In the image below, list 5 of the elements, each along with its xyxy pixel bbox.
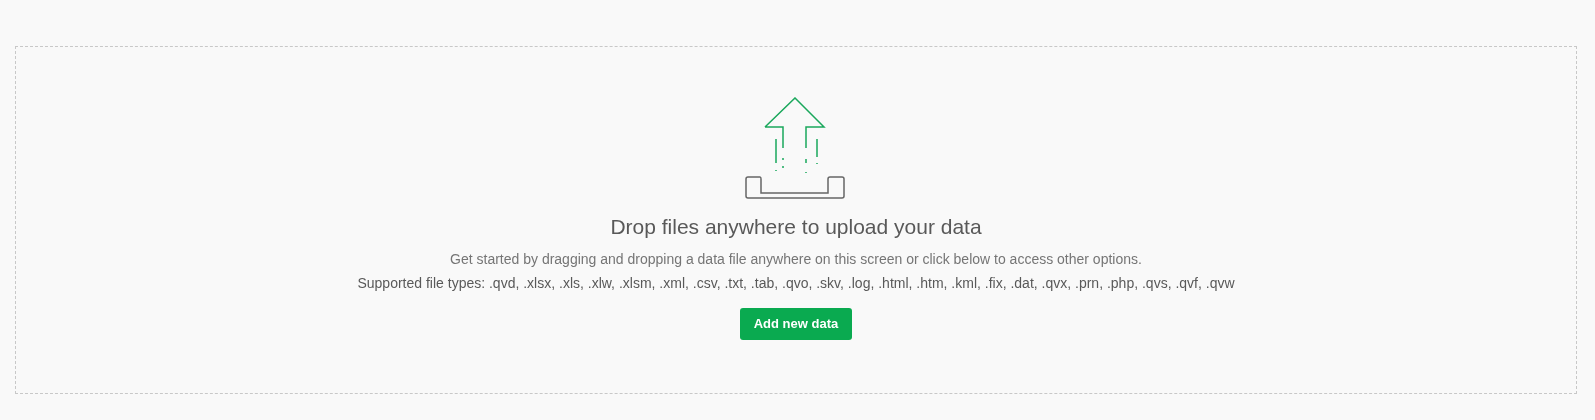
- add-new-data-button[interactable]: Add new data: [740, 308, 852, 340]
- supported-file-types: Supported file types: .qvd, .xlsx, .xls, .xlw, .xlsm, .xml, .csv, .txt, .tab, .qvo, .skv, .log, .html, .htm, .kml, .fix, .dat, .qvx, .prn, .php, .qvs, .qvf, .qvw: [357, 274, 1235, 293]
- drop-zone[interactable]: [15, 46, 1577, 394]
- dropzone-title: Drop files anywhere to upload your data: [610, 214, 982, 240]
- dropzone-description: Get started by dragging and dropping a data file anywhere on this screen or click below to access other options.: [450, 250, 1142, 269]
